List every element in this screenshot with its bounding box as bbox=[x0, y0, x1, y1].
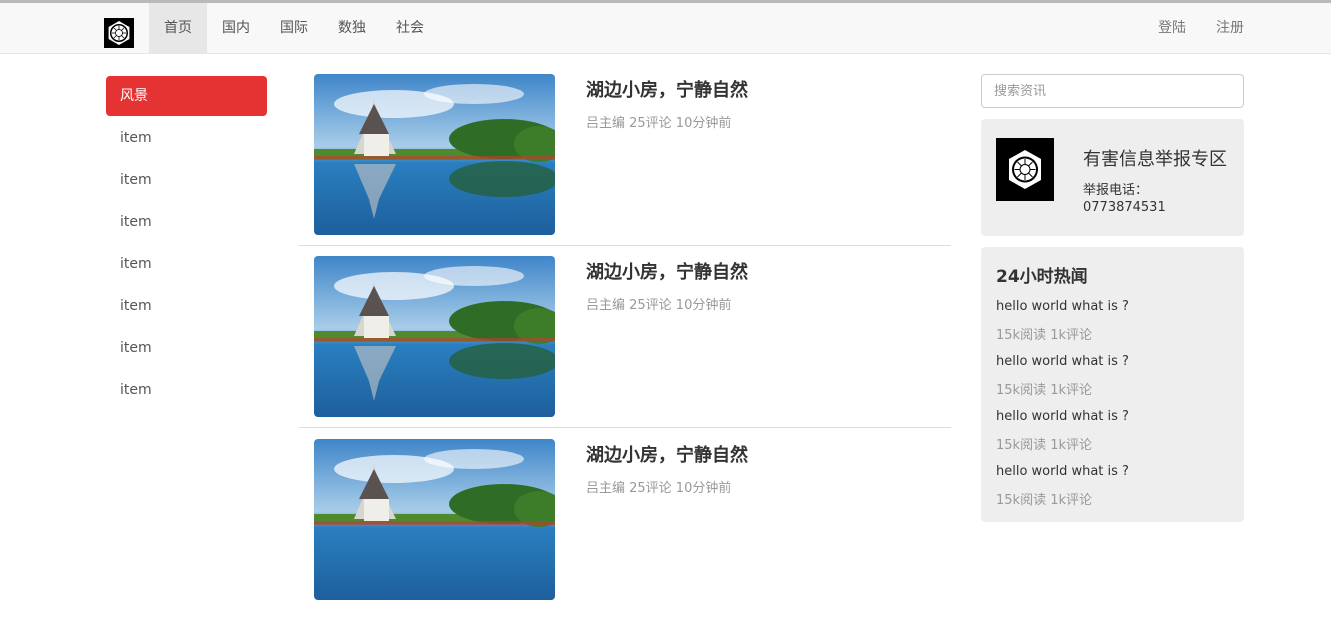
report-panel: 有害信息举报专区 举报电话： 0773874531 bbox=[981, 119, 1244, 236]
hot-news-item-title[interactable]: hello world what is ? bbox=[996, 299, 1129, 314]
article-thumbnail[interactable] bbox=[314, 256, 555, 417]
sidebar-item[interactable]: item bbox=[106, 328, 267, 368]
divider bbox=[299, 427, 951, 428]
article-card[interactable]: 湖边小房，宁静自然 吕主编 25评论 10分钟前 bbox=[299, 256, 951, 438]
register-link[interactable]: 注册 bbox=[1201, 3, 1259, 53]
hexagon-logo-icon[interactable] bbox=[104, 18, 134, 48]
sidebar-item[interactable]: item bbox=[106, 286, 267, 326]
nav-international[interactable]: 国际 bbox=[265, 3, 323, 53]
navbar: 首页 国内 国际 数独 社会 登陆 注册 bbox=[0, 3, 1331, 54]
hot-news-item-meta: 15k阅读 1k评论 bbox=[996, 383, 1093, 398]
hot-news-item-title[interactable]: hello world what is ? bbox=[996, 354, 1129, 369]
sidebar-item[interactable]: item bbox=[106, 118, 267, 158]
article-card[interactable]: 湖边小房，宁静自然 吕主编 25评论 10分钟前 bbox=[299, 439, 951, 621]
hot-news-panel: 24小时热闻 hello world what is ? 15k阅读 1k评论 … bbox=[981, 247, 1244, 522]
article-meta: 吕主编 25评论 10分钟前 bbox=[586, 481, 732, 496]
article-meta: 吕主编 25评论 10分钟前 bbox=[586, 116, 732, 131]
hot-news-item-title[interactable]: hello world what is ? bbox=[996, 464, 1129, 479]
hot-news-item-meta: 15k阅读 1k评论 bbox=[996, 493, 1093, 508]
nav-domestic[interactable]: 国内 bbox=[207, 3, 265, 53]
divider bbox=[299, 245, 951, 246]
hexagon-logo-icon bbox=[996, 138, 1054, 201]
hot-news-item-meta: 15k阅读 1k评论 bbox=[996, 438, 1093, 453]
nav-home[interactable]: 首页 bbox=[149, 3, 207, 53]
report-phone-label: 举报电话： bbox=[1083, 183, 1149, 198]
sidebar-item-scenery[interactable]: 风景 bbox=[106, 76, 267, 116]
article-card[interactable]: 湖边小房，宁静自然 吕主编 25评论 10分钟前 bbox=[299, 74, 951, 256]
login-link[interactable]: 登陆 bbox=[1143, 3, 1201, 53]
sidebar-item[interactable]: item bbox=[106, 370, 267, 410]
sidebar-item[interactable]: item bbox=[106, 244, 267, 284]
nav-society[interactable]: 社会 bbox=[381, 3, 439, 53]
sidebar-item[interactable]: item bbox=[106, 202, 267, 242]
article-title[interactable]: 湖边小房，宁静自然 bbox=[586, 76, 748, 102]
article-meta: 吕主编 25评论 10分钟前 bbox=[586, 298, 732, 313]
article-title[interactable]: 湖边小房，宁静自然 bbox=[586, 258, 748, 284]
article-thumbnail[interactable] bbox=[314, 74, 555, 235]
nav-sudoku[interactable]: 数独 bbox=[323, 3, 381, 53]
report-title: 有害信息举报专区 bbox=[1083, 149, 1227, 170]
hot-news-title: 24小时热闻 bbox=[996, 267, 1088, 287]
search-input[interactable] bbox=[981, 74, 1244, 108]
sidebar-item[interactable]: item bbox=[106, 160, 267, 200]
article-thumbnail[interactable] bbox=[314, 439, 555, 600]
hot-news-item-title[interactable]: hello world what is ? bbox=[996, 409, 1129, 424]
hot-news-item-meta: 15k阅读 1k评论 bbox=[996, 328, 1093, 343]
report-phone: 0773874531 bbox=[1083, 200, 1166, 215]
article-title[interactable]: 湖边小房，宁静自然 bbox=[586, 441, 748, 467]
